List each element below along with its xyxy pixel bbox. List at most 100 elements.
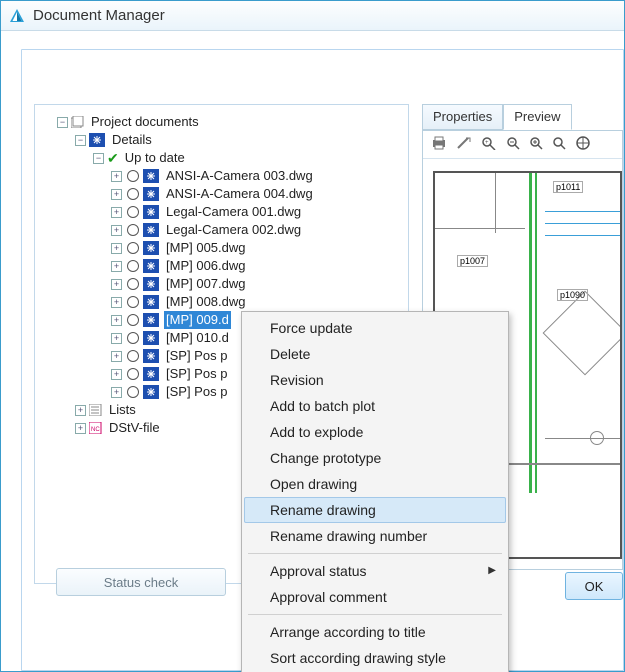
status-circle-icon (127, 296, 139, 308)
menu-force-update[interactable]: Force update (244, 315, 506, 341)
dwg-icon (143, 313, 159, 327)
expand-icon[interactable]: + (111, 315, 122, 326)
menu-rename-drawing[interactable]: Rename drawing (244, 497, 506, 523)
dwg-icon (143, 277, 159, 291)
menu-add-batch-plot[interactable]: Add to batch plot (244, 393, 506, 419)
status-circle-icon (127, 206, 139, 218)
expand-icon[interactable]: + (111, 279, 122, 290)
tree-file-item[interactable]: + ANSI-A-Camera 003.dwg (57, 167, 404, 185)
tab-properties[interactable]: Properties (422, 104, 503, 130)
expand-icon[interactable]: + (111, 243, 122, 254)
tree-file-label: Legal-Camera 002.dwg (164, 221, 303, 239)
dwg-icon (143, 223, 159, 237)
menu-separator (248, 614, 502, 615)
dwg-icon (143, 205, 159, 219)
expand-icon[interactable]: + (111, 351, 122, 362)
tree-uptodate[interactable]: − ✔ Up to date (57, 149, 404, 167)
ok-button[interactable]: OK (565, 572, 623, 600)
lists-icon (89, 404, 103, 416)
menu-approval-status[interactable]: Approval status▶ (244, 558, 506, 584)
tree-file-label: [SP] Pos p (164, 365, 229, 383)
zoom-extents-icon[interactable]: + (481, 136, 497, 154)
zoom-window-icon[interactable] (552, 136, 566, 154)
tree-details[interactable]: − Details (57, 131, 404, 149)
tree-lists-label: Lists (107, 401, 138, 419)
tab-preview[interactable]: Preview (503, 104, 571, 130)
expand-icon[interactable]: + (111, 225, 122, 236)
svg-text:+: + (485, 140, 489, 146)
tree-dstv-label: DStV-file (107, 419, 162, 437)
status-circle-icon (127, 368, 139, 380)
app-icon (9, 8, 25, 24)
status-circle-icon (127, 188, 139, 200)
expand-icon[interactable]: + (111, 189, 122, 200)
zoom-in-icon[interactable] (529, 136, 543, 154)
status-circle-icon (127, 242, 139, 254)
tree-file-label: [MP] 005.dwg (164, 239, 248, 257)
collapse-icon[interactable]: − (93, 153, 104, 164)
tree-file-label: [MP] 009.d (164, 311, 231, 329)
titlebar: Document Manager (1, 1, 624, 31)
dstv-icon: NC (89, 422, 103, 434)
tree-file-item[interactable]: + [MP] 005.dwg (57, 239, 404, 257)
expand-icon[interactable]: + (75, 423, 86, 434)
tree-file-item[interactable]: +[MP] 008.dwg (57, 293, 404, 311)
expand-icon[interactable]: + (111, 171, 122, 182)
tree-root[interactable]: − Project documents (57, 113, 404, 131)
expand-icon[interactable]: + (111, 207, 122, 218)
dwg-icon (143, 331, 159, 345)
menu-approval-comment[interactable]: Approval comment (244, 584, 506, 610)
measure-icon[interactable] (456, 136, 472, 154)
menu-sort-style[interactable]: Sort according drawing style (244, 645, 506, 671)
dwg-icon (143, 295, 159, 309)
tree-file-item[interactable]: +Legal-Camera 001.dwg (57, 203, 404, 221)
window-body: − Project documents − Details − (1, 31, 624, 671)
status-circle-icon (127, 224, 139, 236)
dwg-icon (143, 241, 159, 255)
expand-icon[interactable]: + (111, 369, 122, 380)
menu-open-drawing[interactable]: Open drawing (244, 471, 506, 497)
label-p1090: p1090 (557, 289, 588, 301)
expand-icon[interactable]: + (111, 261, 122, 272)
expand-icon[interactable]: + (111, 387, 122, 398)
menu-change-prototype[interactable]: Change prototype (244, 445, 506, 471)
collapse-icon[interactable]: − (57, 117, 68, 128)
dwg-icon (143, 367, 159, 381)
menu-add-explode[interactable]: Add to explode (244, 419, 506, 445)
menu-revision[interactable]: Revision (244, 367, 506, 393)
svg-text:NC: NC (91, 427, 100, 433)
documents-icon (71, 116, 85, 128)
tree-file-item[interactable]: + ANSI-A-Camera 004.dwg (57, 185, 404, 203)
tree-file-item[interactable]: +[MP] 007.dwg (57, 275, 404, 293)
pan-icon[interactable] (575, 135, 591, 155)
collapse-icon[interactable]: − (75, 135, 86, 146)
expand-icon[interactable]: + (111, 333, 122, 344)
tabs: Properties Preview (422, 104, 572, 130)
tree-file-item[interactable]: +[MP] 006.dwg (57, 257, 404, 275)
tree-file-label: [SP] Pos p (164, 347, 229, 365)
dwg-icon (143, 259, 159, 273)
menu-delete[interactable]: Delete (244, 341, 506, 367)
tree-file-label: ANSI-A-Camera 004.dwg (164, 185, 315, 203)
dwg-icon (143, 349, 159, 363)
status-circle-icon (127, 332, 139, 344)
status-check-button[interactable]: Status check (56, 568, 226, 596)
status-circle-icon (127, 260, 139, 272)
tree-file-label: [SP] Pos p (164, 383, 229, 401)
tree-file-label: [MP] 010.d (164, 329, 231, 347)
tree-uptodate-label: Up to date (123, 149, 187, 167)
print-icon[interactable] (431, 136, 447, 154)
tree-file-label: ANSI-A-Camera 003.dwg (164, 167, 315, 185)
expand-icon[interactable]: + (75, 405, 86, 416)
status-circle-icon (127, 386, 139, 398)
dwg-icon (143, 187, 159, 201)
preview-toolbar: + (423, 131, 622, 159)
menu-rename-drawing-number[interactable]: Rename drawing number (244, 523, 506, 549)
menu-arrange-title[interactable]: Arrange according to title (244, 619, 506, 645)
tree-file-item[interactable]: + Legal-Camera 002.dwg (57, 221, 404, 239)
details-icon (89, 133, 105, 147)
status-circle-icon (127, 278, 139, 290)
zoom-out-icon[interactable] (506, 136, 520, 154)
expand-icon[interactable]: + (111, 297, 122, 308)
check-icon: ✔ (107, 149, 119, 167)
